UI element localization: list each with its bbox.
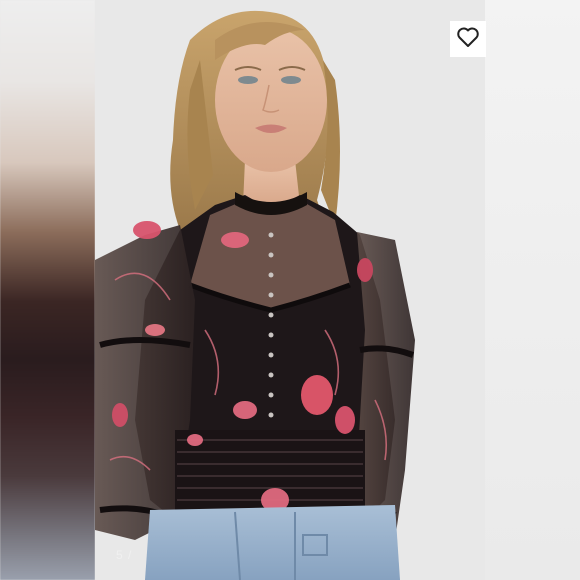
product-image-viewer: 5 / <box>0 0 580 580</box>
heart-icon <box>456 26 480 53</box>
gallery-page-counter: 5 / <box>116 548 133 562</box>
favorite-button[interactable] <box>450 21 486 57</box>
blurred-background-right <box>485 0 580 580</box>
product-photo[interactable] <box>95 0 485 580</box>
blurred-background-left <box>0 0 95 580</box>
